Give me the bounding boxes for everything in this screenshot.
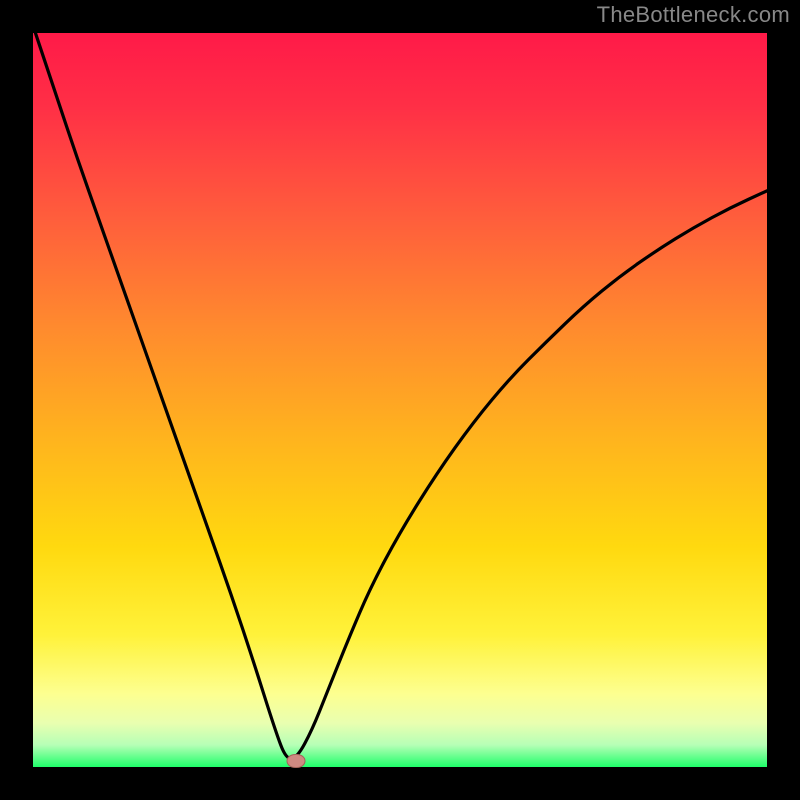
- gradient-background: [33, 33, 767, 767]
- optimal-point-marker: [286, 754, 305, 768]
- chart-frame: TheBottleneck.com: [0, 0, 800, 800]
- plot-area: [33, 33, 767, 767]
- attribution-watermark: TheBottleneck.com: [597, 2, 790, 28]
